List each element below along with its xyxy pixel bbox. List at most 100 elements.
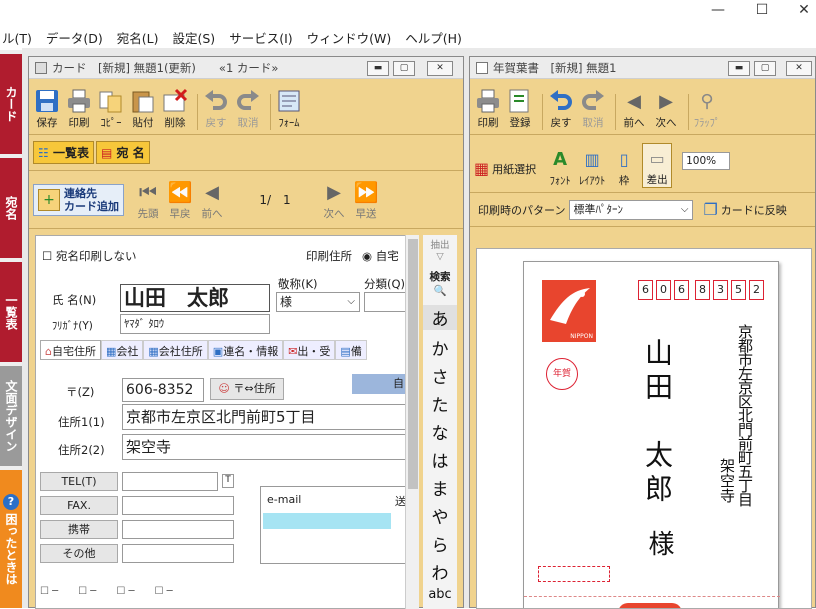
tab-notes[interactable]: ▤備 — [335, 340, 367, 360]
menu-window[interactable]: ウィンドウ(W) — [307, 28, 392, 47]
tab-sent-received[interactable]: ✉出・受 — [283, 340, 336, 360]
email-input[interactable] — [263, 513, 391, 529]
address1-input[interactable]: 京都市左京区北門前町5丁目 — [122, 404, 408, 430]
copy-button[interactable]: ｺﾋﾟｰ — [97, 87, 125, 130]
layout-button[interactable]: ▥ ﾚｲｱｳﾄ — [578, 145, 606, 188]
card-min-button[interactable]: ▬ — [367, 61, 389, 76]
nenga-max-button[interactable]: ▢ — [754, 61, 776, 76]
print-button[interactable]: 印刷 — [65, 87, 93, 130]
menu-service[interactable]: サービス(I) — [229, 28, 292, 47]
name-input[interactable]: 山田 太郎 — [120, 284, 270, 312]
prev-record-button[interactable]: ◀ 前へ — [198, 178, 226, 221]
search-button[interactable]: 検索 🔍 — [423, 269, 457, 297]
cancel-button[interactable]: 取消 — [234, 87, 262, 130]
kana-a[interactable]: あ — [423, 305, 457, 330]
flap-button[interactable]: ⚲ ﾌﾗｯﾌﾟ — [693, 87, 721, 130]
side-tab-card[interactable]: カード — [0, 54, 22, 154]
frame-button[interactable]: ▯ 枠 — [610, 145, 638, 188]
list-view-tab[interactable]: ☷ 一覧表 — [33, 141, 94, 164]
first-record-button[interactable]: ⏮ 先頭 — [134, 178, 162, 221]
maximize-button[interactable]: ☐ — [748, 2, 776, 18]
no-address-print-checkbox[interactable]: ☐ 宛名印刷しない — [42, 248, 136, 264]
honorific-select[interactable]: 様 ⌵ — [276, 292, 360, 312]
menu-tools[interactable]: ル(T) — [2, 28, 32, 47]
fast-back-button[interactable]: ⏪ 早戻 — [166, 178, 194, 221]
menu-settings[interactable]: 設定(S) — [173, 28, 216, 47]
nenga-cancel-button[interactable]: 取消 — [579, 87, 607, 130]
paper-select-button[interactable]: ▦ 用紙選択 — [474, 159, 536, 178]
kana-index: 抽出 ▽ 検索 🔍 あ か さ た な は ま や ら わ abc — [423, 235, 457, 609]
delete-button[interactable]: 削除 — [161, 87, 189, 130]
form-button[interactable]: ﾌｫｰﾑ — [275, 87, 303, 130]
side-tab-design[interactable]: 文面デザイン — [0, 366, 22, 466]
form-scrollbar[interactable] — [405, 235, 419, 609]
fast-forward-button[interactable]: ⏩ 早送 — [352, 178, 380, 221]
card-max-button[interactable]: ▢ — [393, 61, 415, 76]
next-record-button[interactable]: ▶ 次へ — [320, 178, 348, 221]
kana-ta[interactable]: た — [423, 391, 457, 416]
add-contact-button[interactable]: + 連絡先 カード追加 — [33, 183, 124, 216]
zip-input[interactable]: 606-8352 — [122, 378, 204, 402]
zip-digit-6: 5 — [731, 280, 746, 300]
menu-data[interactable]: データ(D) — [46, 28, 103, 47]
category-select[interactable] — [364, 292, 408, 312]
fax-button[interactable]: FAX. — [40, 496, 118, 515]
zip-to-address-button[interactable]: ☺ 〒⇔住所 — [210, 378, 284, 400]
close-button[interactable]: ✕ — [790, 2, 816, 18]
menu-address[interactable]: 宛名(L) — [117, 28, 159, 47]
nenga-undo-button[interactable]: 戻す — [547, 87, 575, 130]
minimize-button[interactable]: — — [704, 2, 732, 18]
tel-button[interactable]: TEL(T) — [40, 472, 118, 491]
furigana-input[interactable]: ﾔﾏﾀﾞ ﾀﾛｳ — [120, 314, 270, 334]
mobile-button[interactable]: 携帯 — [40, 520, 118, 539]
nenga-min-button[interactable]: ▬ — [728, 61, 750, 76]
sender-button[interactable]: ▭ 差出 — [642, 143, 673, 188]
nenga-close-button[interactable]: ✕ — [786, 61, 812, 76]
kana-na[interactable]: な — [423, 419, 457, 444]
furigana-label: ﾌﾘｶﾞﾅ(Y) — [52, 320, 93, 332]
phone-type-icon[interactable]: T — [222, 474, 234, 488]
side-tab-address[interactable]: 宛名 — [0, 158, 22, 258]
menu-help[interactable]: ヘルプ(H) — [405, 28, 462, 47]
print-address-radio[interactable]: ◉ 自宅 — [362, 248, 399, 264]
tab-company[interactable]: ▦会社 — [100, 340, 144, 360]
kana-sa[interactable]: さ — [423, 363, 457, 388]
floppy-icon — [36, 90, 58, 112]
side-tab-help[interactable]: ? 困ったときは — [0, 470, 22, 608]
tab-joint-names[interactable]: ▣連名・情報 — [207, 340, 284, 360]
tab-company-address[interactable]: ▦会社住所 — [143, 340, 208, 360]
nenga-next-button[interactable]: ▶ 次へ — [652, 87, 680, 130]
register-button[interactable]: 登録 — [506, 87, 534, 130]
kana-ka[interactable]: か — [423, 335, 457, 360]
extract-button[interactable]: 抽出 ▽ — [423, 237, 457, 262]
font-button[interactable]: A ﾌｫﾝﾄ — [546, 145, 574, 188]
kana-abc[interactable]: abc — [423, 587, 457, 602]
card-close-button[interactable]: ✕ — [427, 61, 453, 76]
scrollbar-thumb[interactable] — [408, 239, 418, 489]
kana-ma[interactable]: ま — [423, 475, 457, 500]
pattern-select[interactable]: 標準ﾊﾟﾀｰﾝ ⌵ — [569, 199, 694, 220]
fax-input[interactable] — [122, 496, 234, 515]
address-view-tab[interactable]: ▤ 宛 名 — [95, 141, 150, 164]
postcard-icon: ▤ — [100, 146, 113, 160]
paste-button[interactable]: 貼付 — [129, 87, 157, 130]
reflect-to-card-button[interactable]: ❐ カードに反映 — [703, 200, 786, 219]
tab-home-address[interactable]: ⌂自宅住所 — [40, 340, 101, 360]
nenga-prev-button[interactable]: ◀ 前へ — [620, 87, 648, 130]
side-tab-list[interactable]: 一覧表 — [0, 262, 22, 362]
other-phone-input[interactable] — [122, 544, 234, 563]
kana-ra[interactable]: ら — [423, 531, 457, 556]
save-button[interactable]: 保存 — [33, 87, 61, 130]
kana-ha[interactable]: は — [423, 447, 457, 472]
layout-icon: ▥ — [584, 149, 600, 169]
nenga-print-button[interactable]: 印刷 — [474, 87, 502, 130]
zoom-input[interactable]: 100% — [682, 152, 731, 170]
other-phone-button[interactable]: その他 — [40, 544, 118, 563]
kana-wa[interactable]: わ — [423, 559, 457, 584]
undo-button[interactable]: 戻す — [202, 87, 230, 130]
kana-ya[interactable]: や — [423, 503, 457, 528]
building-icon: ▦ — [105, 345, 117, 358]
tel-input[interactable] — [122, 472, 218, 491]
address2-input[interactable]: 架空寺 — [122, 434, 408, 460]
mobile-input[interactable] — [122, 520, 234, 539]
